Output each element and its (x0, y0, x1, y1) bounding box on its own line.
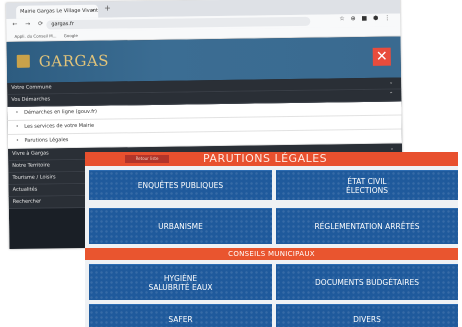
tile-documents-budgetaires[interactable]: DOCUMENTS BUDGÉTAIRES (276, 264, 458, 300)
toolbar-icons[interactable]: ☆ ⊕ ■ ⬢ ⋮ (339, 15, 392, 23)
parutions-legales-panel: Retour liste PARUTIONS LÉGALES ENQUÊTES … (85, 152, 458, 327)
panel-title: PARUTIONS LÉGALES (203, 152, 328, 165)
submenu-demarches: • Démarches en ligne (gouv.fr) • Les ser… (7, 101, 403, 149)
tile-label: HYGIÈNE (163, 273, 198, 283)
submenu-label: Démarches en ligne (gouv.fr) (24, 108, 98, 116)
tile-reglementation-arretes[interactable]: RÉGLEMENTATION ARRÊTÉS (276, 208, 458, 244)
bullet-icon: • (15, 123, 19, 130)
back-button[interactable]: Retour liste (125, 155, 169, 163)
menu-label: Vos Démarches (11, 96, 51, 103)
tile-urbanisme[interactable]: URBANISME (89, 208, 272, 244)
url-text: gargas.fr (51, 21, 74, 28)
tile-label: RÉGLEMENTATION ARRÊTÉS (314, 222, 420, 231)
tile-label: ÉTAT CIVIL (347, 176, 387, 186)
browser-tab[interactable]: Mairie Gargas Le Village Vivant × (16, 4, 99, 19)
menu-label: Rechercher (12, 198, 42, 205)
tile-enquetes-publiques[interactable]: ENQUÊTES PUBLIQUES (89, 170, 272, 200)
tile-hygiene-salubrite[interactable]: HYGIÈNE SALUBRITÉ EAUX (89, 264, 272, 300)
submenu-label: Parutions Légales (24, 137, 69, 144)
tile-divers[interactable]: DIVERS (276, 304, 458, 327)
tile-safer[interactable]: SAFER (89, 304, 272, 327)
submenu-label: Les services de votre Mairie (24, 122, 95, 130)
tile-etat-civil-elections[interactable]: ÉTAT CIVIL ÉLECTIONS (276, 170, 458, 200)
tile-label: ÉLECTIONS (346, 185, 388, 195)
menu-label: Actualités (12, 186, 38, 193)
conseils-municipaux-link[interactable]: CONSEILS MUNICIPAUX (85, 248, 458, 260)
new-tab-icon[interactable]: + (104, 4, 111, 13)
chevron-down-icon: ⌄ (388, 79, 394, 86)
bullet-icon: • (15, 109, 19, 116)
site-header: GARGAS ✕ (6, 36, 402, 83)
menu-label: Vivre à Gargas (12, 150, 49, 157)
menu-label: Votre Commune (11, 84, 52, 91)
crest-icon (16, 54, 30, 68)
panel-header: Retour liste PARUTIONS LÉGALES (85, 152, 458, 166)
tile-label: ENQUÊTES PUBLIQUES (137, 181, 224, 190)
chevron-up-icon: ⌃ (389, 91, 394, 98)
menu-label: Tourisme / Loisirs (12, 174, 56, 181)
tab-close-icon[interactable]: × (91, 5, 95, 18)
navigation-icons[interactable]: ← → ⟳ (12, 20, 46, 27)
site-title[interactable]: GARGAS (39, 52, 109, 71)
close-menu-button[interactable]: ✕ (372, 47, 391, 66)
bookmark-item[interactable]: Google (64, 33, 78, 38)
bookmark-item[interactable]: Appli. du Conseil M... (14, 33, 56, 39)
bullet-icon: • (15, 137, 19, 144)
tile-label: URBANISME (158, 222, 203, 231)
tile-label: DOCUMENTS BUDGÉTAIRES (315, 278, 419, 287)
menu-label: Notre Territoire (12, 162, 50, 169)
address-bar[interactable]: gargas.fr (46, 16, 311, 30)
tile-label: SAFER (168, 315, 193, 324)
tab-title: Mairie Gargas Le Village Vivant (20, 7, 98, 15)
tile-label: SALUBRITÉ EAUX (148, 282, 213, 292)
tile-label: DIVERS (353, 315, 381, 324)
